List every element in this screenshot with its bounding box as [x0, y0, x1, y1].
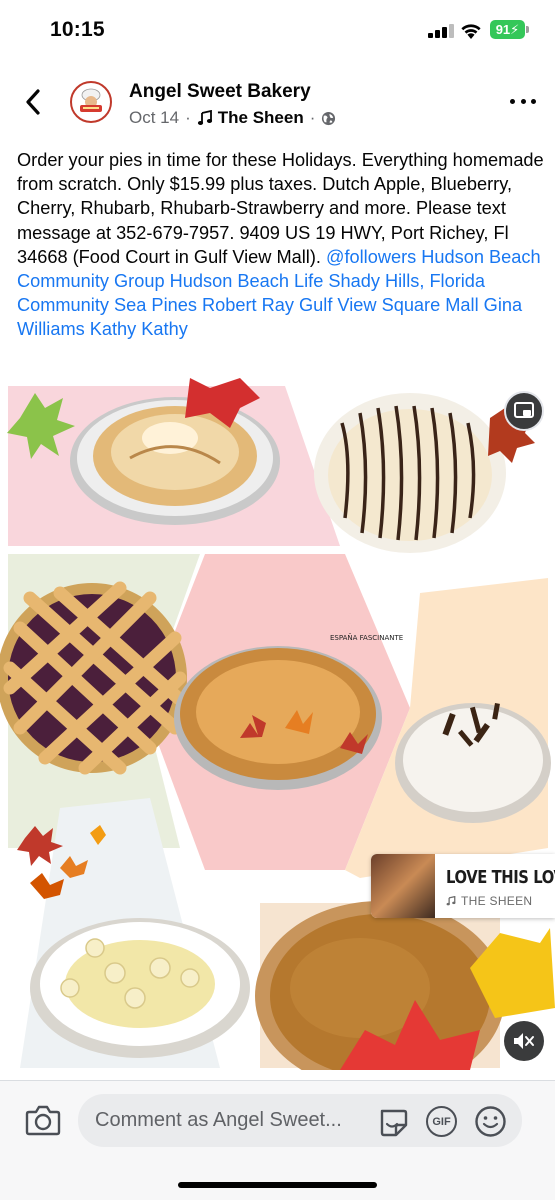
pie-collage-image: ESPAÑA FASCINANTE — [0, 378, 555, 1070]
pip-icon — [514, 402, 534, 418]
emoji-icon[interactable] — [474, 1105, 507, 1138]
cellular-signal-icon — [428, 24, 454, 38]
post-date[interactable]: Oct 14 — [129, 108, 179, 128]
music-sticker-artist-row: THE SHEEN — [446, 894, 532, 908]
mute-button[interactable] — [504, 1021, 544, 1061]
more-options-button[interactable] — [510, 96, 536, 106]
album-art — [371, 854, 435, 918]
back-button[interactable] — [18, 84, 48, 120]
wifi-icon — [461, 24, 481, 39]
dot-icon — [520, 98, 526, 104]
comment-input[interactable]: Comment as Angel Sweet... GIF — [78, 1094, 522, 1147]
battery-nub — [526, 26, 529, 33]
battery-icon: 91⚡ — [490, 20, 525, 39]
sticker-icon[interactable] — [376, 1105, 410, 1139]
speaker-muted-icon — [514, 1033, 534, 1049]
home-indicator — [178, 1182, 377, 1188]
globe-icon — [322, 111, 336, 125]
page-name[interactable]: Angel Sweet Bakery — [129, 81, 311, 103]
post-header: Angel Sweet Bakery Oct 14 · The Sheen · — [0, 72, 555, 136]
status-bar: 10:15 91⚡ — [0, 0, 555, 60]
post-photo-collage[interactable]: ESPAÑA FASCINANTE — [0, 378, 555, 1070]
music-note-icon — [197, 110, 212, 125]
bakery-logo-icon — [73, 84, 109, 120]
music-name[interactable]: The Sheen — [218, 108, 304, 128]
music-sticker-artist: THE SHEEN — [461, 894, 533, 908]
gif-label: GIF — [432, 1115, 451, 1128]
dot-icon — [531, 98, 536, 104]
status-time: 10:15 — [50, 18, 105, 41]
music-note-icon — [446, 896, 456, 906]
gif-button[interactable]: GIF — [426, 1106, 457, 1137]
meta-separator: · — [309, 108, 316, 127]
collage-watermark: ESPAÑA FASCINANTE — [330, 633, 403, 642]
comment-placeholder: Comment as Angel Sweet... — [95, 1109, 342, 1131]
music-sticker[interactable]: LOVE THIS LOV THE SHEEN — [371, 854, 555, 918]
post-body: Order your pies in time for these Holida… — [17, 148, 545, 342]
chevron-left-icon — [26, 89, 40, 115]
camera-icon[interactable] — [24, 1101, 62, 1139]
dot-icon — [510, 98, 515, 104]
page-avatar[interactable] — [70, 81, 112, 123]
meta-separator: · — [185, 108, 191, 127]
music-sticker-title: LOVE THIS LOV — [446, 867, 555, 888]
picture-in-picture-button[interactable] — [504, 391, 544, 431]
post-meta: Oct 14 · The Sheen · — [129, 108, 336, 128]
battery-level: 91 — [495, 22, 511, 37]
